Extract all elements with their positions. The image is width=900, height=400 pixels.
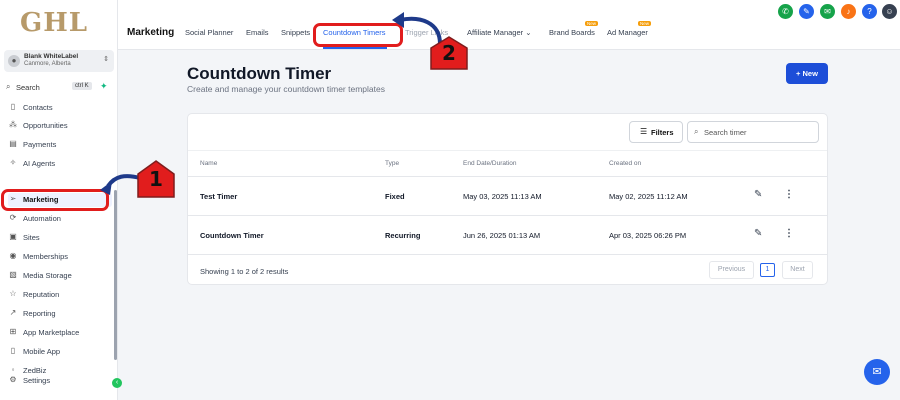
- annotation-arrowhead-2: [392, 12, 404, 28]
- annotation-arrow-1: [106, 174, 141, 188]
- annotation-number: 1: [149, 167, 163, 191]
- annotation-step-2: 2: [430, 36, 468, 70]
- annotation-step-1: 1: [137, 160, 175, 198]
- annotation-arrowhead-1: [100, 181, 112, 195]
- annotation-number: 2: [442, 41, 456, 65]
